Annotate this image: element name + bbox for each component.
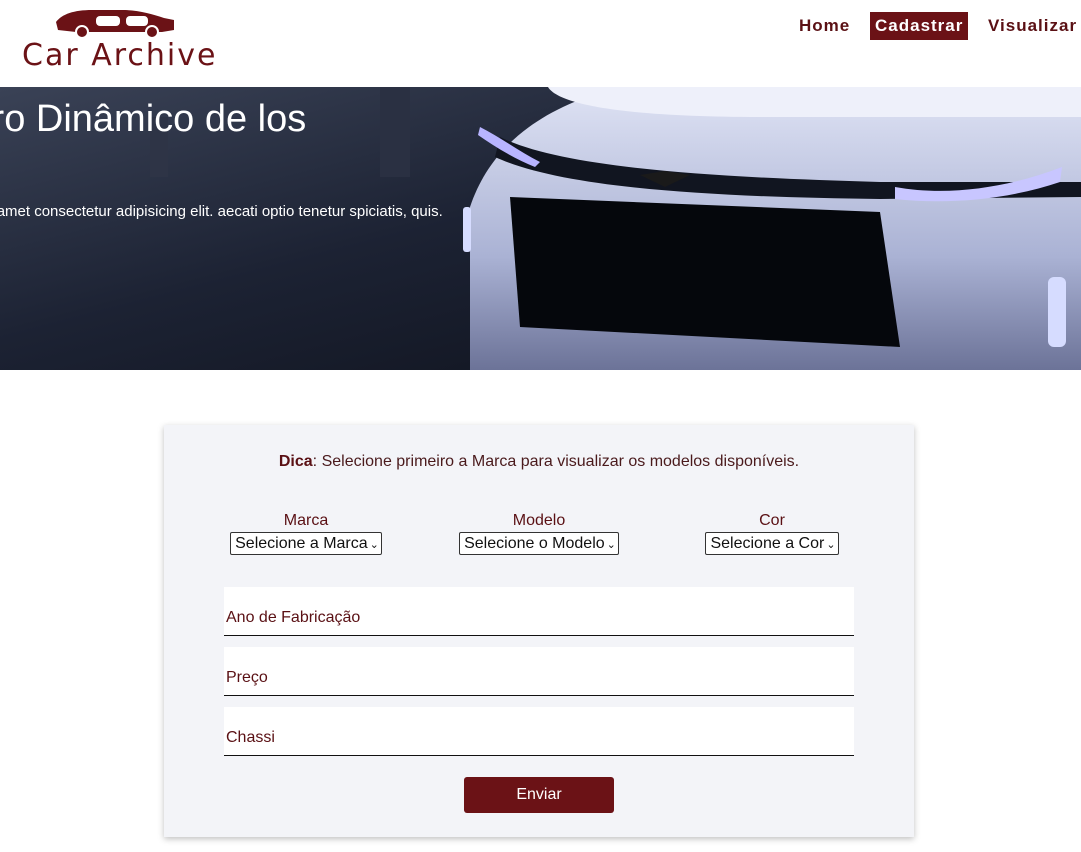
hero-title: stro Dinâmico de los	[0, 98, 307, 140]
marca-label: Marca	[283, 512, 329, 529]
hero-text: dolor sit amet consectetur adipisicing e…	[0, 203, 443, 220]
car-icon	[56, 10, 174, 39]
cor-selected: Selecione a Cor	[710, 535, 825, 552]
marca-select[interactable]: Selecione a Marca ⌄	[230, 532, 382, 555]
hero-banner: stro Dinâmico de los dolor sit amet cons…	[0, 87, 1081, 370]
modelo-group: Modelo Selecione o Modelo ⌄	[453, 512, 625, 555]
preco-field[interactable]: Preço	[224, 647, 854, 696]
cor-group: Cor Selecione a Cor ⌄	[701, 512, 843, 555]
tip-text: Dica: Selecione primeiro a Marca para vi…	[164, 453, 914, 471]
nav-cadastrar[interactable]: Cadastrar	[870, 12, 969, 40]
preco-placeholder: Preço	[226, 669, 268, 686]
nav-visualizar[interactable]: Visualizar	[983, 12, 1081, 40]
brand-name[interactable]: Car Archive	[22, 38, 217, 73]
tip-label: Dica	[278, 453, 313, 470]
modelo-select[interactable]: Selecione o Modelo ⌄	[459, 532, 619, 555]
chevron-down-icon: ⌄	[606, 539, 616, 551]
cor-label: Cor	[759, 512, 785, 529]
marca-group: Marca Selecione a Marca ⌄	[226, 512, 386, 555]
cor-select[interactable]: Selecione a Cor ⌄	[705, 532, 839, 555]
site-header: Car Archive Home Cadastrar Visualizar	[0, 0, 1081, 87]
register-form: Dica: Selecione primeiro a Marca para vi…	[164, 425, 914, 837]
modelo-label: Modelo	[512, 512, 566, 529]
submit-button[interactable]: Enviar	[464, 777, 614, 813]
modelo-selected: Selecione o Modelo	[464, 535, 605, 552]
chassi-field[interactable]: Chassi	[224, 707, 854, 756]
ano-field[interactable]: Ano de Fabricação	[224, 587, 854, 636]
chevron-down-icon: ⌄	[369, 539, 379, 551]
chevron-down-icon: ⌄	[826, 539, 836, 551]
chassi-placeholder: Chassi	[226, 729, 275, 746]
nav-home[interactable]: Home	[794, 12, 855, 40]
ano-placeholder: Ano de Fabricação	[226, 609, 361, 626]
tip-message: : Selecione primeiro a Marca para visual…	[312, 453, 800, 470]
marca-selected: Selecione a Marca	[235, 535, 368, 552]
